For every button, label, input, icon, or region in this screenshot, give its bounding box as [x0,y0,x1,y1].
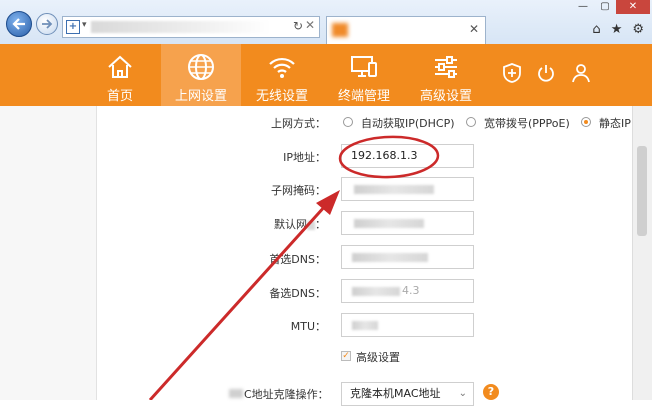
radio-pppoe-label[interactable]: 宽带拨号(PPPoE) [484,115,570,131]
advanced-settings-label[interactable]: 高级设置 [356,349,400,365]
nav-wireless-settings-label: 无线设置 [255,89,308,104]
home-page-icon[interactable]: ⌂ [592,22,600,37]
nav-device-management[interactable]: 终端管理 [334,44,394,106]
address-bar[interactable]: + ▾ ↻ ✕ [62,16,320,38]
nav-wireless-settings[interactable]: 无线设置 [252,44,312,106]
primary-dns-label: 首选DNS： [269,253,326,266]
back-button[interactable] [6,11,32,37]
mtu-input[interactable] [341,313,474,337]
refresh-icon[interactable]: ↻ [293,19,303,33]
gateway-blurred-value [354,219,424,228]
nav-home[interactable]: 首页 [97,44,143,106]
left-panel [0,106,97,400]
radio-dhcp-label[interactable]: 自动获取IP(DHCP) [361,115,455,131]
minimize-button[interactable]: — [572,0,594,14]
router-top-nav: 首页 上网设置 无线设置 终端管理 高级设置 [0,44,652,106]
window-controls: — ▢ ✕ [572,0,650,14]
home-icon [108,55,132,78]
gateway-label: 默认网： [274,218,326,231]
mac-label-blurred-prefix [229,389,243,398]
tab-close-icon[interactable]: ✕ [469,22,479,36]
sliders-icon [435,56,457,78]
globe-icon [188,54,214,80]
secondary-dns-blurred-value [352,287,400,296]
radio-dhcp[interactable] [343,117,353,127]
tab-favicon-icon [332,23,348,37]
mtu-label: MTU： [290,320,326,333]
secondary-dns-input[interactable]: 4.3 [341,279,474,303]
power-icon[interactable] [535,62,557,84]
nav-advanced-settings[interactable]: 高级设置 [416,44,476,106]
gateway-label-blurred [307,220,315,230]
subnet-mask-input[interactable] [341,177,474,201]
secondary-dns-partial: 4.3 [402,284,420,297]
nav-home-label: 首页 [106,89,133,104]
ip-address-label: IP地址： [283,151,326,164]
radio-static-ip[interactable] [581,117,591,127]
radio-pppoe[interactable] [466,117,476,127]
chevron-down-icon: ⌄ [458,388,467,399]
nav-device-management-label: 终端管理 [337,89,390,104]
shield-icon[interactable] [501,62,523,84]
browser-chrome: + ▾ ↻ ✕ ✕ — ▢ ✕ ⌂ ★ ⚙ [0,0,652,45]
wifi-icon [269,57,295,78]
primary-dns-input[interactable] [341,245,474,269]
address-dropdown-icon[interactable]: ▾ [82,20,87,30]
radio-static-ip-label[interactable]: 静态IP [599,115,631,131]
ip-address-input[interactable]: 192.168.1.3 [341,144,474,168]
nav-internet-settings[interactable]: 上网设置 [161,44,241,106]
nav-internet-settings-label: 上网设置 [174,89,227,104]
subnet-mask-blurred-value [354,185,434,194]
arrow-right-icon [42,19,53,29]
window-close-button[interactable]: ✕ [616,0,650,14]
scrollbar[interactable] [632,106,652,400]
help-icon[interactable]: ? [483,384,499,400]
gateway-input[interactable] [341,211,474,235]
browser-toolbar-icons: ⌂ ★ ⚙ [592,22,644,37]
subnet-mask-label: 子网掩码： [271,184,326,197]
arrow-left-icon [12,18,25,30]
mtu-blurred-value [352,321,378,330]
site-favicon-icon: + [66,20,80,34]
user-icon[interactable] [570,62,592,84]
browser-tab[interactable]: ✕ [326,16,486,44]
maximize-button[interactable]: ▢ [594,0,616,14]
mac-clone-select-value: 克隆本机MAC地址 [350,387,441,400]
favorites-star-icon[interactable]: ★ [611,22,623,37]
nav-advanced-settings-label: 高级设置 [419,89,472,104]
address-url-blurred [91,21,271,33]
primary-dns-blurred-value [352,253,428,262]
advanced-settings-checkbox[interactable]: ✓ [341,351,351,361]
secondary-dns-label: 备选DNS： [269,287,326,300]
connection-type-label: 上网方式： [271,117,326,130]
scrollbar-thumb[interactable] [637,146,647,236]
stop-icon[interactable]: ✕ [305,18,315,32]
tools-gear-icon[interactable]: ⚙ [632,22,644,37]
forward-button[interactable] [36,13,58,35]
mac-clone-select[interactable]: 克隆本机MAC地址 ⌄ [341,382,474,406]
devices-icon [351,56,377,77]
